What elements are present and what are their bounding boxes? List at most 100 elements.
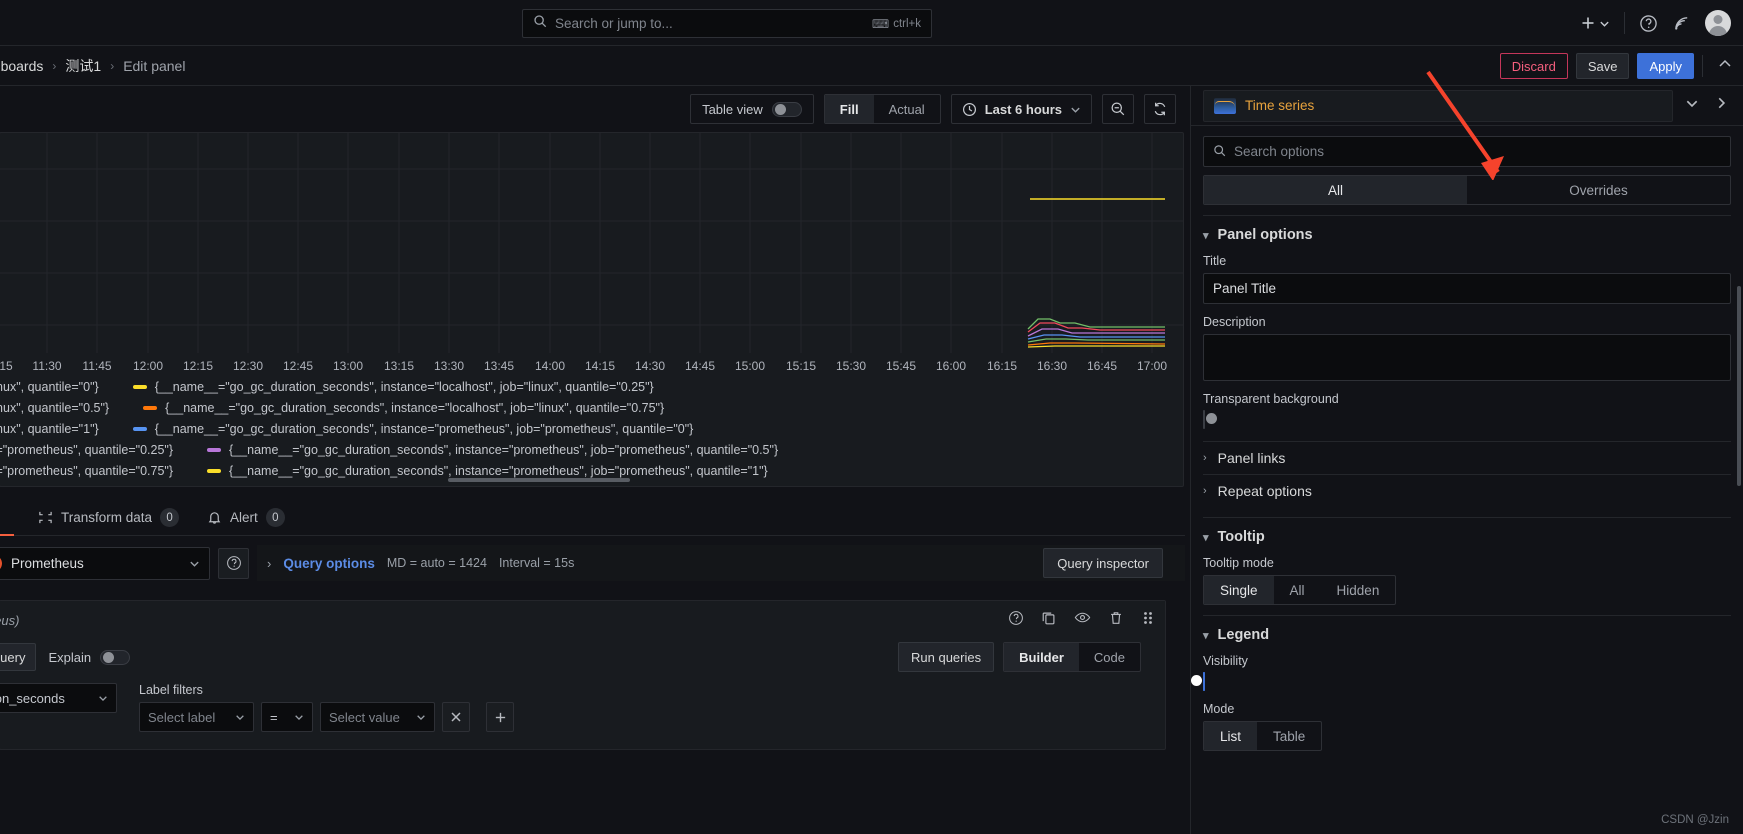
legend-item[interactable]: {__name__="go_gc_duration_seconds", inst…: [132, 380, 654, 394]
legend-item[interactable]: {__name__="go_gc_duration_seconds", inst…: [207, 464, 768, 478]
legend-row: go_gc_duration_seconds", instance="local…: [0, 397, 1183, 418]
query-options-link[interactable]: Query options: [283, 556, 375, 571]
discard-button[interactable]: Discard: [1499, 53, 1568, 79]
legend-mode-list[interactable]: List: [1204, 722, 1258, 750]
panel-description-textarea[interactable]: [1203, 334, 1731, 381]
time-range-picker[interactable]: Last 6 hours: [950, 94, 1092, 124]
legend-label: go_gc_duration_seconds", instance="prome…: [0, 442, 174, 457]
repeat-options-row[interactable]: › Repeat options: [1203, 474, 1731, 507]
chevron-right-icon[interactable]: [1711, 96, 1731, 115]
fill-option[interactable]: Fill: [824, 95, 874, 123]
select-label-dropdown[interactable]: Select label: [139, 702, 254, 732]
section-header-panel-options[interactable]: ▾ Panel options: [1203, 227, 1731, 243]
chevron-down-icon: [417, 715, 425, 720]
save-button[interactable]: Save: [1575, 53, 1630, 79]
top-nav-actions: [1580, 0, 1731, 46]
explain-switch[interactable]: [100, 649, 131, 665]
query-inspector-button[interactable]: Query inspector: [1043, 548, 1163, 578]
graph-plot-area[interactable]: [0, 133, 1183, 353]
run-queries-button[interactable]: Run queries: [898, 642, 995, 672]
rss-icon[interactable]: [1672, 14, 1691, 33]
tab-alert[interactable]: Alert 0: [193, 500, 299, 536]
avatar[interactable]: [1705, 10, 1731, 36]
tooltip-mode-hidden[interactable]: Hidden: [1321, 576, 1396, 604]
legend-item[interactable]: {__name__="go_gc_duration_seconds", inst…: [207, 443, 778, 457]
chevron-down-icon: [99, 696, 107, 701]
section-header-tooltip[interactable]: ▾ Tooltip: [1203, 529, 1731, 545]
datasource-picker[interactable]: Prometheus: [0, 546, 210, 580]
help-circle-icon[interactable]: [1639, 14, 1658, 33]
tab-overrides[interactable]: Overrides: [1467, 176, 1730, 204]
help-circle-icon[interactable]: [1008, 610, 1024, 631]
eye-icon[interactable]: [1074, 609, 1091, 631]
copy-icon[interactable]: [1041, 610, 1057, 631]
operator-dropdown[interactable]: =: [261, 702, 313, 732]
legend-row: go_gc_duration_seconds", instance="local…: [0, 376, 1183, 397]
graph-svg: [0, 133, 1183, 353]
global-search-input[interactable]: Search or jump to... ⌨ ctrl+k: [522, 9, 932, 38]
chevron-up-icon[interactable]: [1711, 56, 1733, 77]
breadcrumb-item-dashboard-name[interactable]: 测试1: [65, 56, 101, 76]
legend-item[interactable]: go_gc_duration_seconds", instance="prome…: [0, 464, 173, 478]
datasource-help-icon[interactable]: [218, 547, 249, 579]
transparent-background-field: Transparent background: [1203, 392, 1731, 429]
legend-visibility-switch[interactable]: [1191, 672, 1205, 691]
query-options-caret[interactable]: ›: [267, 556, 271, 571]
breadcrumb-separator: ›: [110, 58, 115, 73]
chevron-down-icon: [190, 561, 199, 567]
x-tick: 13:15: [383, 359, 415, 373]
legend-item[interactable]: go_gc_duration_seconds", instance="prome…: [0, 443, 173, 457]
legend-item[interactable]: go_gc_duration_seconds", instance="local…: [0, 422, 99, 436]
builder-option[interactable]: Builder: [1004, 643, 1079, 671]
tab-count-badge: 0: [265, 508, 285, 527]
zoom-out-icon[interactable]: [1102, 94, 1134, 124]
x-tick: 16:30: [1036, 359, 1068, 373]
legend-row: go_gc_duration_seconds", instance="local…: [0, 418, 1183, 439]
drag-handle-icon[interactable]: [1141, 610, 1155, 631]
tooltip-mode-segment: Single All Hidden: [1203, 575, 1397, 605]
search-options-input[interactable]: Search options: [1203, 136, 1731, 167]
legend-label: {__name__="go_gc_duration_seconds", inst…: [229, 463, 768, 478]
close-icon[interactable]: [442, 702, 470, 732]
actual-option[interactable]: Actual: [874, 95, 940, 123]
trash-icon[interactable]: [1108, 610, 1124, 631]
plus-icon[interactable]: [486, 702, 514, 732]
legend-horizontal-scrollbar[interactable]: [448, 478, 630, 482]
chevron-down-icon[interactable]: [1682, 96, 1702, 115]
tab-all[interactable]: All: [1204, 176, 1467, 204]
breadcrumb-item-dashboards[interactable]: ashboards: [0, 58, 43, 74]
metric-select[interactable]: ation_seconds: [0, 683, 117, 713]
legend-item[interactable]: go_gc_duration_seconds", instance="local…: [0, 380, 99, 394]
select-value-dropdown[interactable]: Select value: [320, 702, 435, 732]
tab-transform-data[interactable]: Transform data 0: [0, 500, 193, 536]
add-new-button[interactable]: [1580, 15, 1610, 31]
x-tick: 15:45: [885, 359, 917, 373]
panel-title-input[interactable]: Panel Title: [1203, 273, 1731, 304]
apply-button[interactable]: Apply: [1637, 53, 1694, 79]
x-tick: 14:15: [584, 359, 616, 373]
query-card-title: ometheus): [0, 612, 20, 628]
legend-visibility-field: Visibility: [1191, 654, 1731, 691]
legend-item[interactable]: {__name__="go_gc_duration_seconds", inst…: [143, 401, 664, 415]
section-header-legend[interactable]: ▾ Legend: [1203, 627, 1731, 643]
top-navigation-bar: Search or jump to... ⌨ ctrl+k: [0, 0, 1743, 46]
visualization-picker-button[interactable]: Time series: [1203, 89, 1673, 122]
legend-item[interactable]: go_gc_duration_seconds", instance="local…: [0, 401, 109, 415]
explain-toggle[interactable]: Explain: [48, 649, 131, 665]
legend-color-swatch: [143, 405, 158, 410]
tooltip-mode-all[interactable]: All: [1274, 576, 1321, 604]
code-option[interactable]: Code: [1079, 643, 1140, 671]
options-pane-scrollbar[interactable]: [1737, 286, 1741, 486]
legend-mode-table[interactable]: Table: [1257, 722, 1321, 750]
transparent-background-switch[interactable]: [1203, 410, 1217, 429]
table-view-switch[interactable]: [771, 101, 802, 117]
table-view-toggle[interactable]: Table view: [690, 94, 814, 124]
tooltip-mode-single[interactable]: Single: [1204, 576, 1274, 604]
active-tab-indicator: [0, 534, 14, 536]
query-options-md: MD = auto = 1424: [386, 556, 487, 570]
refresh-icon[interactable]: [1144, 94, 1176, 124]
section-tooltip: ▾ Tooltip Tooltip mode Single All Hidden: [1203, 517, 1731, 605]
legend-item[interactable]: {__name__="go_gc_duration_seconds", inst…: [132, 422, 693, 436]
panel-links-row[interactable]: › Panel links: [1203, 441, 1731, 474]
query-mode-button[interactable]: r query: [0, 643, 37, 671]
